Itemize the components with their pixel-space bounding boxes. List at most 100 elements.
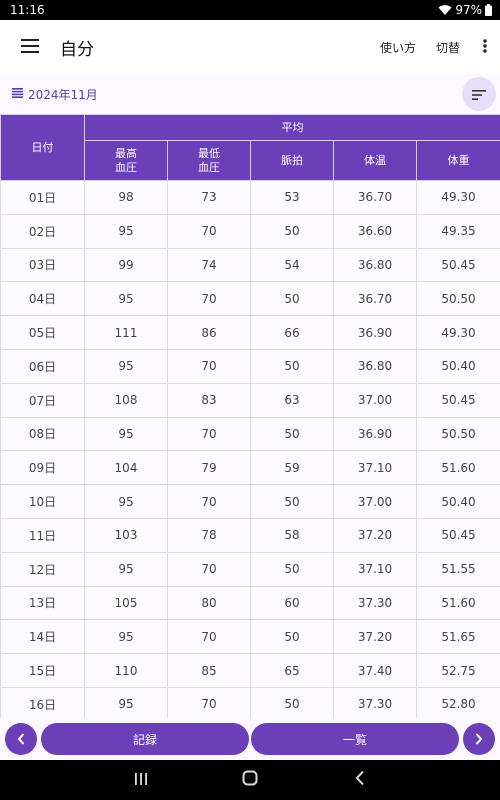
home-button[interactable] bbox=[240, 770, 260, 790]
value-cell: 36.90 bbox=[333, 315, 417, 350]
page-title: 自分 bbox=[60, 39, 94, 60]
status-icons: 97% bbox=[438, 3, 492, 17]
sort-button[interactable] bbox=[462, 77, 496, 111]
value-cell: 73 bbox=[167, 180, 251, 215]
value-cell: 50.45 bbox=[415, 247, 500, 283]
value-cell: 49.35 bbox=[415, 213, 500, 249]
table-row: 13日 105 80 60 37.30 51.60 bbox=[0, 585, 500, 621]
value-cell: 50 bbox=[250, 281, 334, 317]
home-icon bbox=[242, 770, 258, 790]
more-options-button[interactable] bbox=[470, 20, 500, 74]
recents-button[interactable] bbox=[131, 770, 151, 790]
table-row: 04日 95 70 50 36.70 50.50 bbox=[0, 281, 500, 317]
value-cell: 78 bbox=[167, 517, 251, 553]
bottom-action-bar: 記録 一覧 bbox=[0, 718, 500, 760]
value-cell: 52.80 bbox=[415, 686, 500, 718]
column-header-systolic: 最高 血圧 bbox=[84, 140, 168, 181]
column-header-pulse: 脈拍 bbox=[250, 140, 334, 181]
value-cell: 37.20 bbox=[333, 517, 417, 553]
value-cell: 50.50 bbox=[415, 416, 500, 452]
column-header-line2: 血圧 bbox=[198, 160, 220, 174]
table-body: 01日 98 73 53 36.70 49.30 02日 95 70 50 36.60 49.35 03… bbox=[0, 180, 500, 718]
value-cell: 37.20 bbox=[333, 619, 417, 655]
data-table-container[interactable]: 日付 平均 最高 血圧 最低 血圧 脈拍 体温 体重 01日 98 73 53 36.70 4… bbox=[0, 114, 500, 718]
value-cell: 37.10 bbox=[333, 551, 417, 587]
switch-button[interactable]: 切替 bbox=[426, 39, 470, 56]
record-button[interactable]: 記録 bbox=[41, 723, 249, 755]
date-cell: 06日 bbox=[0, 348, 85, 384]
value-cell: 50.45 bbox=[415, 382, 500, 418]
column-header-line1: 最低 bbox=[198, 146, 220, 160]
menu-button[interactable] bbox=[0, 20, 60, 74]
table-row: 09日 104 79 59 37.10 51.60 bbox=[0, 450, 500, 486]
month-selector[interactable]: 2024年11月 bbox=[12, 86, 98, 103]
date-cell: 03日 bbox=[0, 247, 85, 283]
value-cell: 36.90 bbox=[333, 416, 417, 452]
value-cell: 37.00 bbox=[333, 484, 417, 519]
table-row: 11日 103 78 58 37.20 50.45 bbox=[0, 517, 500, 553]
system-nav-bar bbox=[0, 760, 500, 800]
value-cell: 49.30 bbox=[415, 180, 500, 215]
next-month-button[interactable] bbox=[463, 723, 495, 755]
value-cell: 70 bbox=[167, 281, 251, 317]
app-actions: 使い方 切替 bbox=[370, 20, 500, 74]
value-cell: 52.75 bbox=[415, 653, 500, 688]
value-cell: 37.30 bbox=[333, 585, 417, 621]
table-row: 08日 95 70 50 36.90 50.50 bbox=[0, 416, 500, 452]
value-cell: 111 bbox=[84, 315, 168, 350]
status-time: 11:16 bbox=[10, 3, 45, 17]
back-icon bbox=[355, 770, 365, 790]
list-icon bbox=[12, 87, 23, 101]
column-header-temperature: 体温 bbox=[333, 140, 417, 181]
value-cell: 70 bbox=[167, 686, 251, 718]
previous-month-button[interactable] bbox=[5, 723, 37, 755]
value-cell: 54 bbox=[250, 247, 334, 283]
list-button[interactable]: 一覧 bbox=[251, 723, 459, 755]
value-cell: 85 bbox=[167, 653, 251, 688]
table-row: 06日 95 70 50 36.80 50.40 bbox=[0, 348, 500, 384]
date-cell: 02日 bbox=[0, 213, 85, 249]
value-cell: 70 bbox=[167, 213, 251, 249]
value-cell: 70 bbox=[167, 551, 251, 587]
date-cell: 07日 bbox=[0, 382, 85, 418]
value-cell: 95 bbox=[84, 213, 168, 249]
column-header-weight: 体重 bbox=[415, 140, 500, 181]
value-cell: 36.80 bbox=[333, 247, 417, 283]
value-cell: 51.60 bbox=[415, 585, 500, 621]
value-cell: 66 bbox=[250, 315, 334, 350]
value-cell: 80 bbox=[167, 585, 251, 621]
average-group-header: 平均 bbox=[83, 114, 500, 141]
value-cell: 104 bbox=[84, 450, 168, 486]
date-cell: 13日 bbox=[0, 585, 85, 621]
table-row: 10日 95 70 50 37.00 50.40 bbox=[0, 484, 500, 519]
column-header-line2: 血圧 bbox=[115, 160, 137, 174]
more-vert-icon bbox=[483, 38, 487, 57]
date-cell: 12日 bbox=[0, 551, 85, 587]
sort-icon bbox=[472, 85, 486, 104]
value-cell: 49.30 bbox=[415, 315, 500, 350]
value-cell: 99 bbox=[84, 247, 168, 283]
table-row: 14日 95 70 50 37.20 51.65 bbox=[0, 619, 500, 655]
value-cell: 65 bbox=[250, 653, 334, 688]
table-row: 05日 111 86 66 36.90 49.30 bbox=[0, 315, 500, 350]
value-cell: 36.70 bbox=[333, 180, 417, 215]
date-cell: 01日 bbox=[0, 180, 85, 215]
value-cell: 36.60 bbox=[333, 213, 417, 249]
back-button[interactable] bbox=[350, 770, 370, 790]
value-cell: 60 bbox=[250, 585, 334, 621]
date-cell: 04日 bbox=[0, 281, 85, 317]
wifi-icon bbox=[438, 4, 452, 16]
value-cell: 95 bbox=[84, 551, 168, 587]
value-cell: 70 bbox=[167, 348, 251, 384]
value-cell: 95 bbox=[84, 619, 168, 655]
value-cell: 79 bbox=[167, 450, 251, 486]
column-header-diastolic: 最低 血圧 bbox=[167, 140, 251, 181]
battery-icon bbox=[485, 4, 492, 16]
value-cell: 83 bbox=[167, 382, 251, 418]
chevron-left-icon bbox=[17, 730, 25, 749]
value-cell: 36.70 bbox=[333, 281, 417, 317]
howto-button[interactable]: 使い方 bbox=[370, 39, 426, 56]
value-cell: 50.45 bbox=[415, 517, 500, 553]
value-cell: 53 bbox=[250, 180, 334, 215]
date-cell: 10日 bbox=[0, 484, 85, 519]
